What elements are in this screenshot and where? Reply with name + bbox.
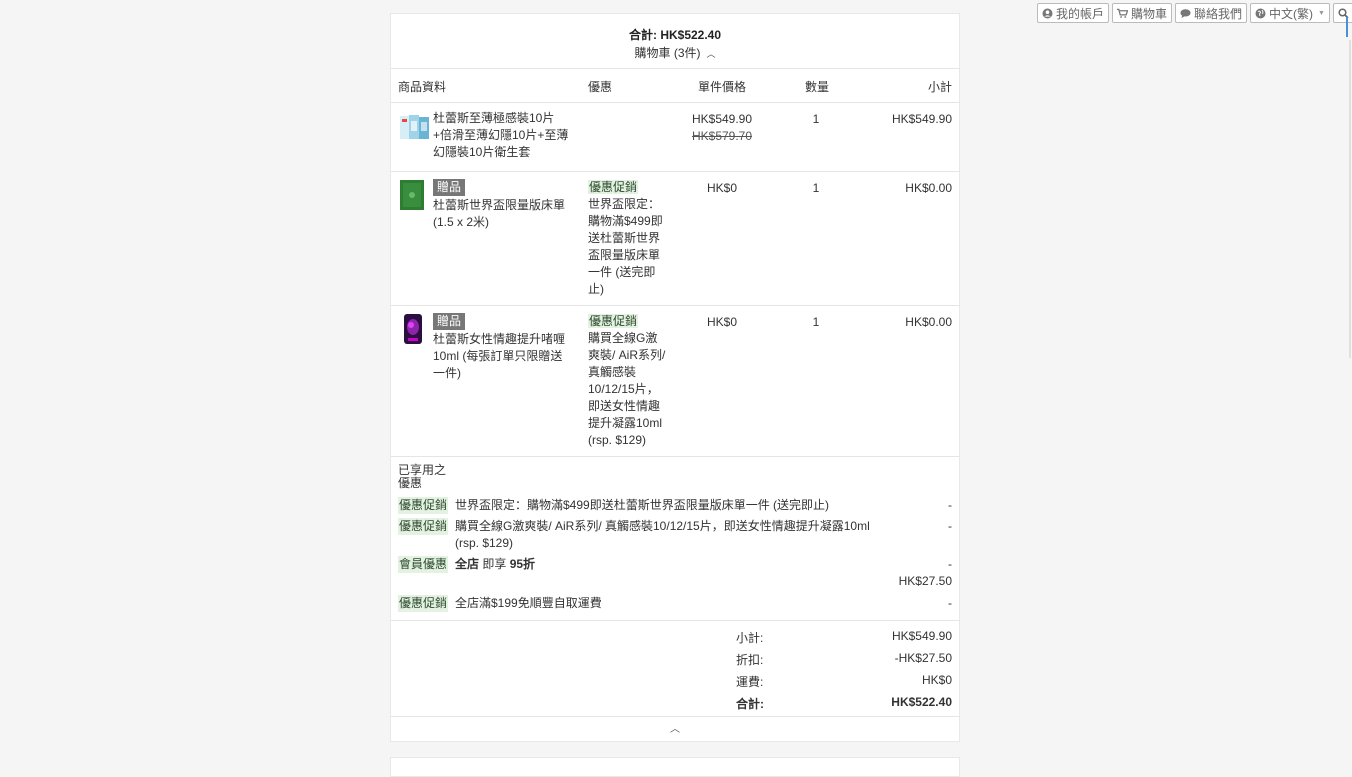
- search-button[interactable]: [1332, 3, 1352, 23]
- product-info: 贈品 杜蕾斯女性情趣提升啫喱10ml (每張訂單只限贈送一件): [433, 313, 573, 382]
- original-price: HK$579.70: [691, 129, 753, 143]
- chevron-up-icon: ︿: [706, 49, 716, 59]
- promo-badge: 優惠促銷: [588, 314, 639, 328]
- promo-text: 購買全線G激爽裝/ AiR系列/ 真觸感裝10/12/15片，即送女性情趣提升凝…: [588, 331, 666, 447]
- product-name[interactable]: 杜蕾斯女性情趣提升啫喱10ml (每張訂單只限贈送一件): [433, 331, 573, 382]
- quantity: 1: [812, 315, 820, 329]
- promo-info: 優惠促銷 世界盃限定：購物滿$499即送杜蕾斯世界盃限量版床單一件 (送完即止): [588, 179, 668, 298]
- my-account-button[interactable]: 我的帳戶: [1037, 3, 1110, 23]
- shipping-label: 運費:: [736, 675, 764, 689]
- promo-badge: 優惠促銷: [398, 497, 449, 514]
- discount-label: 折扣:: [736, 653, 764, 667]
- language-label: 中文(繁): [1269, 6, 1314, 21]
- comment-icon: [1180, 8, 1191, 19]
- offer-value-dash: -: [948, 557, 952, 571]
- product-name[interactable]: 杜蕾斯世界盃限量版床單(1.5 x 2米): [433, 197, 573, 231]
- offer-mid: 即享: [479, 557, 510, 571]
- offer-text: 全店 即享 95折: [455, 556, 880, 573]
- globe-icon: [1255, 8, 1266, 19]
- cart-table-header: 商品資料 優惠 單件價格 數量 小計: [391, 69, 959, 103]
- cart-item-row: 杜蕾斯至薄極感裝10片+倍滑至薄幻隱10片+至薄幻隱裝10片衛生套 HK$549…: [391, 103, 959, 172]
- summary-total-label: 合計:: [628, 28, 657, 42]
- summary-total-value: HK$522.40: [660, 28, 722, 42]
- product-name[interactable]: 杜蕾斯至薄極感裝10片+倍滑至薄幻隱10片+至薄幻隱裝10片衛生套: [433, 110, 573, 161]
- column-qty: 數量: [805, 80, 830, 94]
- offer-value: -: [948, 519, 952, 533]
- offer-value: -: [948, 498, 952, 512]
- column-product: 商品資料: [398, 80, 447, 94]
- cart-button[interactable]: 購物車: [1112, 3, 1173, 23]
- unit-price: HK$549.90 HK$579.70: [686, 111, 758, 145]
- column-subtotal: 小計: [927, 80, 952, 94]
- cart-toggle-label: 購物車 (3件): [634, 46, 701, 60]
- promo-badge: 優惠促銷: [398, 518, 449, 535]
- quantity: 1: [812, 112, 820, 126]
- contact-us-button[interactable]: 聯絡我們: [1175, 3, 1248, 23]
- promo-info: 優惠促銷 購買全線G激爽裝/ AiR系列/ 真觸感裝10/12/15片，即送女性…: [588, 313, 668, 449]
- subtotal-value: HK$549.90: [891, 629, 952, 643]
- scrollbar[interactable]: [1349, 40, 1351, 358]
- column-promo: 優惠: [588, 80, 613, 94]
- unit-price: HK$0: [706, 181, 738, 195]
- shopping-cart-icon: [1117, 8, 1129, 19]
- offer-value: -: [948, 596, 952, 610]
- product-thumbnail[interactable]: [402, 314, 424, 344]
- summary-header: 合計: HK$522.40 購物車 (3件) ︿: [391, 14, 959, 69]
- column-unit-price: 單件價格: [698, 80, 747, 94]
- contact-us-label: 聯絡我們: [1194, 6, 1243, 21]
- discount-value: -HK$27.50: [894, 651, 952, 665]
- top-nav: 我的帳戶 購物車 聯絡我們 中文(繁) ▼: [1037, 3, 1352, 23]
- my-account-label: 我的帳戶: [1056, 6, 1105, 21]
- offer-discount: 95折: [509, 557, 536, 571]
- product-thumbnail[interactable]: [400, 180, 424, 210]
- promo-text: 世界盃限定：購物滿$499即送杜蕾斯世界盃限量版床單一件 (送完即止): [588, 197, 663, 296]
- shipping-value: HK$0: [921, 673, 952, 687]
- chevron-up-icon: ︿: [670, 724, 680, 735]
- order-totals: 小計: HK$549.90 折扣: -HK$27.50 運費: HK$0 合計:…: [391, 621, 959, 717]
- quantity: 1: [812, 181, 820, 195]
- scroll-indicator: [1346, 17, 1348, 37]
- applied-offers-title: 已享用之優惠: [398, 463, 447, 490]
- grand-total-label: 合計:: [736, 697, 764, 711]
- offer-text: 全店滿$199免順豐自取運費: [455, 596, 602, 610]
- collapse-button[interactable]: ︿: [391, 717, 959, 743]
- subtotal-label: 小計:: [736, 631, 764, 645]
- member-badge: 會員優惠: [398, 556, 449, 573]
- gift-badge: 贈品: [433, 313, 466, 330]
- offer-scope: 全店: [455, 557, 480, 571]
- grand-total-value: HK$522.40: [891, 695, 952, 709]
- next-section-panel: [390, 757, 960, 777]
- sale-price: HK$549.90: [691, 112, 753, 126]
- order-summary-panel: 合計: HK$522.40 購物車 (3件) ︿ 商品資料 優惠 單件價格 數量 …: [390, 13, 960, 742]
- item-subtotal: HK$549.90: [891, 112, 952, 126]
- cart-item-row: 贈品 杜蕾斯世界盃限量版床單(1.5 x 2米) 優惠促銷 世界盃限定：購物滿$…: [391, 172, 959, 306]
- cart-item-row: 贈品 杜蕾斯女性情趣提升啫喱10ml (每張訂單只限贈送一件) 優惠促銷 購買全…: [391, 306, 959, 457]
- cart-toggle[interactable]: 購物車 (3件) ︿: [391, 44, 959, 61]
- offer-value: HK$27.50: [898, 574, 952, 588]
- product-thumbnail[interactable]: [400, 113, 429, 142]
- item-subtotal: HK$0.00: [905, 315, 952, 329]
- gift-badge: 贈品: [433, 179, 466, 196]
- unit-price: HK$0: [706, 315, 738, 329]
- promo-badge: 優惠促銷: [398, 595, 449, 612]
- offer-text: 世界盃限定：購物滿$499即送杜蕾斯世界盃限量版床單一件 (送完即止): [455, 498, 830, 512]
- language-select[interactable]: 中文(繁) ▼: [1250, 3, 1330, 23]
- product-info: 贈品 杜蕾斯世界盃限量版床單(1.5 x 2米): [433, 179, 573, 231]
- applied-offers: 已享用之優惠 優惠促銷 世界盃限定：購物滿$499即送杜蕾斯世界盃限量版床單一件…: [391, 457, 959, 621]
- caret-down-icon: ▼: [1318, 9, 1325, 17]
- promo-badge: 優惠促銷: [588, 180, 639, 194]
- offer-text: 購買全線G激爽裝/ AiR系列/ 真觸感裝10/12/15片，即送女性情趣提升凝…: [455, 519, 870, 550]
- cart-label: 購物車: [1131, 6, 1168, 21]
- item-subtotal: HK$0.00: [905, 181, 952, 195]
- user-circle-icon: [1042, 8, 1053, 19]
- summary-total: 合計: HK$522.40: [391, 14, 959, 43]
